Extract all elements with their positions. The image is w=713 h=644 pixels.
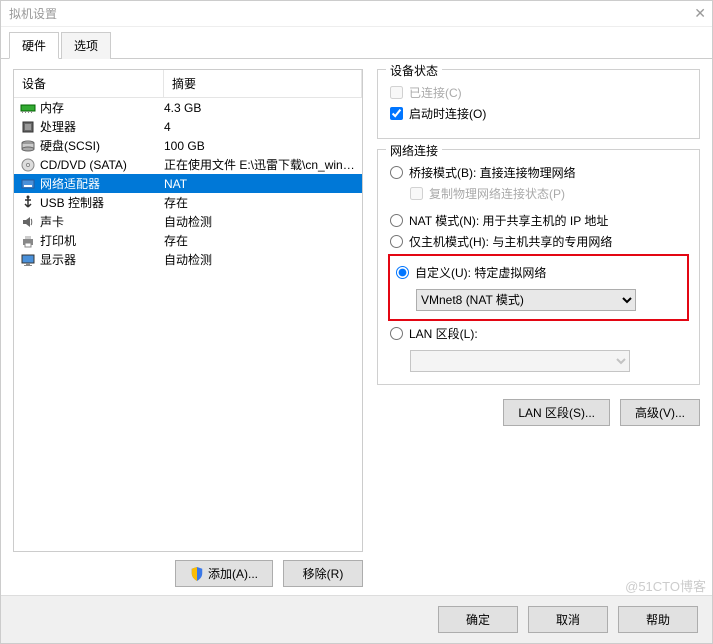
list-header: 设备 摘要 [14, 70, 362, 98]
device-summary: 100 GB [164, 139, 362, 153]
sound-icon [20, 214, 36, 230]
nat-row[interactable]: NAT 模式(N): 用于共享主机的 IP 地址 [390, 212, 687, 229]
device-summary: 4.3 GB [164, 101, 362, 115]
advanced-button[interactable]: 高级(V)... [620, 399, 700, 426]
device-name: 内存 [40, 99, 164, 116]
device-row[interactable]: 网络适配器NAT [14, 174, 362, 193]
device-list: 设备 摘要 内存4.3 GB处理器4硬盘(SCSI)100 GBCD/DVD (… [13, 69, 363, 552]
titlebar: 拟机设置 ✕ [1, 1, 712, 27]
right-bottom-buttons: LAN 区段(S)... 高级(V)... [377, 399, 700, 426]
hdd-icon [20, 138, 36, 154]
lan-row[interactable]: LAN 区段(L): [390, 325, 687, 342]
device-row[interactable]: 声卡自动检测 [14, 212, 362, 231]
device-row[interactable]: 打印机存在 [14, 231, 362, 250]
network-title: 网络连接 [386, 142, 442, 159]
help-button[interactable]: 帮助 [618, 606, 698, 633]
vm-settings-dialog: 拟机设置 ✕ 硬件 选项 设备 摘要 内存4.3 GB处理器4硬盘(SCSI)1… [0, 0, 713, 644]
network-group: 网络连接 桥接模式(B): 直接连接物理网络 复制物理网络连接状态(P) NAT… [377, 149, 700, 385]
connected-checkbox [390, 86, 403, 99]
device-summary: 存在 [164, 232, 362, 249]
nat-radio[interactable] [390, 214, 403, 227]
replicate-checkbox [410, 187, 423, 200]
nic-icon [20, 176, 36, 192]
dialog-body: 设备 摘要 内存4.3 GB处理器4硬盘(SCSI)100 GBCD/DVD (… [1, 59, 712, 595]
tab-options[interactable]: 选项 [61, 32, 111, 59]
add-button[interactable]: 添加(A)... [175, 560, 273, 587]
close-icon[interactable]: ✕ [694, 5, 706, 22]
usb-icon [20, 195, 36, 211]
tabs: 硬件 选项 [1, 27, 712, 59]
add-button-label: 添加(A)... [208, 565, 258, 582]
device-summary: NAT [164, 177, 362, 191]
device-name: 打印机 [40, 232, 164, 249]
highlight-box: 自定义(U): 特定虚拟网络 VMnet8 (NAT 模式) [388, 254, 689, 321]
custom-radio[interactable] [396, 266, 409, 279]
shield-icon [190, 567, 204, 581]
device-summary: 存在 [164, 194, 362, 211]
left-buttons: 添加(A)... 移除(R) [13, 560, 363, 587]
window-title: 拟机设置 [9, 5, 57, 22]
tab-hardware[interactable]: 硬件 [9, 32, 59, 59]
device-status-group: 设备状态 已连接(C) 启动时连接(O) [377, 69, 700, 139]
cd-icon [20, 157, 36, 173]
custom-row[interactable]: 自定义(U): 特定虚拟网络 [396, 264, 681, 281]
device-name: 声卡 [40, 213, 164, 230]
device-status-title: 设备状态 [386, 62, 442, 79]
device-summary: 正在使用文件 E:\迅雷下载\cn_wind... [164, 156, 362, 173]
device-name: 处理器 [40, 118, 164, 135]
list-body: 内存4.3 GB处理器4硬盘(SCSI)100 GBCD/DVD (SATA)正… [14, 98, 362, 551]
right-pane: 设备状态 已连接(C) 启动时连接(O) 网络连接 桥接模式(B): 直接连接物… [377, 69, 700, 587]
ok-button[interactable]: 确定 [438, 606, 518, 633]
footer: 确定 取消 帮助 [1, 595, 712, 643]
connect-poweron-label: 启动时连接(O) [409, 105, 486, 122]
left-pane: 设备 摘要 内存4.3 GB处理器4硬盘(SCSI)100 GBCD/DVD (… [13, 69, 363, 587]
device-name: CD/DVD (SATA) [40, 158, 164, 172]
cpu-icon [20, 119, 36, 135]
device-row[interactable]: 显示器自动检测 [14, 250, 362, 269]
lan-segments-button[interactable]: LAN 区段(S)... [503, 399, 610, 426]
device-row[interactable]: CD/DVD (SATA)正在使用文件 E:\迅雷下载\cn_wind... [14, 155, 362, 174]
device-summary: 4 [164, 120, 362, 134]
connected-checkbox-row: 已连接(C) [390, 84, 687, 101]
replicate-label: 复制物理网络连接状态(P) [429, 185, 565, 202]
bridged-row[interactable]: 桥接模式(B): 直接连接物理网络 [390, 164, 687, 181]
lan-segment-select [410, 350, 630, 372]
nat-label: NAT 模式(N): 用于共享主机的 IP 地址 [409, 212, 608, 229]
device-row[interactable]: 处理器4 [14, 117, 362, 136]
connected-label: 已连接(C) [409, 84, 462, 101]
device-summary: 自动检测 [164, 251, 362, 268]
remove-button[interactable]: 移除(R) [283, 560, 363, 587]
hostonly-radio[interactable] [390, 235, 403, 248]
memory-icon [20, 100, 36, 116]
device-row[interactable]: 内存4.3 GB [14, 98, 362, 117]
hostonly-label: 仅主机模式(H): 与主机共享的专用网络 [409, 233, 612, 250]
device-name: USB 控制器 [40, 194, 164, 211]
device-summary: 自动检测 [164, 213, 362, 230]
bridged-radio[interactable] [390, 166, 403, 179]
lan-label: LAN 区段(L): [409, 325, 478, 342]
custom-network-select[interactable]: VMnet8 (NAT 模式) [416, 289, 636, 311]
cancel-button[interactable]: 取消 [528, 606, 608, 633]
device-name: 硬盘(SCSI) [40, 137, 164, 154]
replicate-row: 复制物理网络连接状态(P) [410, 185, 687, 202]
connect-poweron-row[interactable]: 启动时连接(O) [390, 105, 687, 122]
connect-poweron-checkbox[interactable] [390, 107, 403, 120]
printer-icon [20, 233, 36, 249]
lan-radio[interactable] [390, 327, 403, 340]
device-name: 网络适配器 [40, 175, 164, 192]
device-row[interactable]: 硬盘(SCSI)100 GB [14, 136, 362, 155]
display-icon [20, 252, 36, 268]
header-summary[interactable]: 摘要 [164, 70, 362, 97]
device-name: 显示器 [40, 251, 164, 268]
header-device[interactable]: 设备 [14, 70, 164, 97]
device-row[interactable]: USB 控制器存在 [14, 193, 362, 212]
custom-label: 自定义(U): 特定虚拟网络 [415, 264, 546, 281]
hostonly-row[interactable]: 仅主机模式(H): 与主机共享的专用网络 [390, 233, 687, 250]
bridged-label: 桥接模式(B): 直接连接物理网络 [409, 164, 576, 181]
